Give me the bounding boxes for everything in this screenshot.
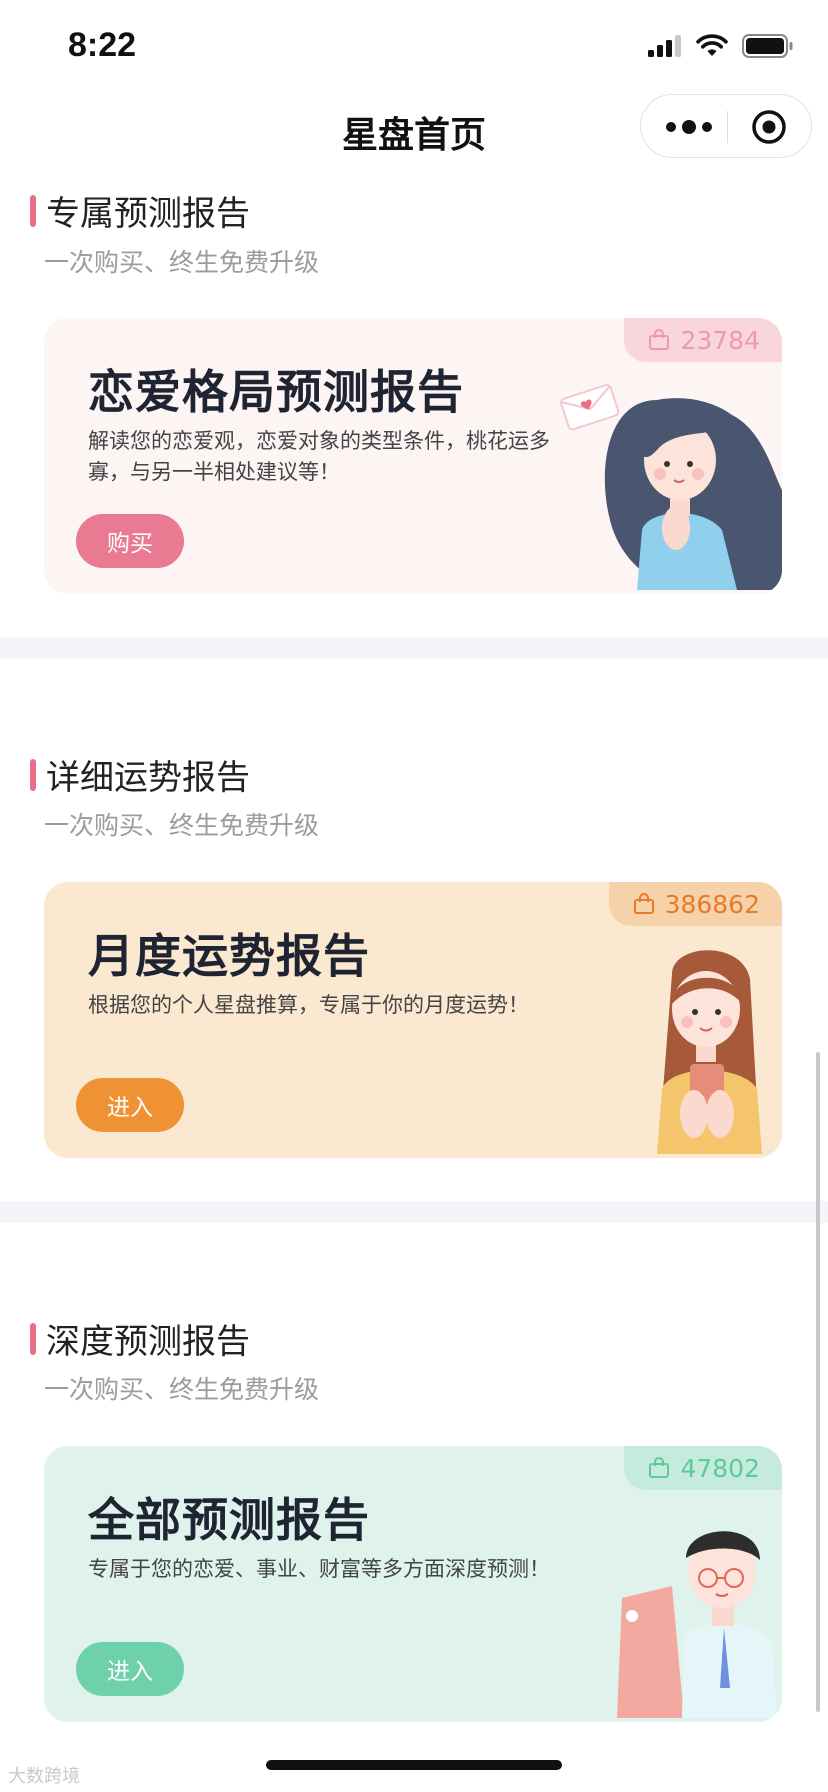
nav-bar: 星盘首页 — [0, 92, 828, 172]
battery-icon — [742, 34, 793, 58]
shopping-bag-icon — [649, 329, 670, 350]
enter-button[interactable]: 进入 — [76, 1642, 184, 1696]
boy-illustration — [612, 1488, 782, 1722]
section-separator — [0, 1201, 828, 1223]
watermark-text: 大数跨境 — [8, 1766, 80, 1787]
mini-program-capsule — [640, 94, 812, 158]
girl-illustration — [552, 360, 782, 594]
section-title: 详细运势报告 — [46, 758, 250, 798]
card-title: 全部预测报告 — [88, 1493, 370, 1547]
card-title: 月度运势报告 — [88, 929, 370, 983]
shopping-bag-icon — [649, 1457, 670, 1478]
report-card-monthly[interactable]: 386862 月度运势报告 根据您的个人星盘推算，专属于你的月度运势！ 进入 — [44, 882, 782, 1158]
section-title: 深度预测报告 — [46, 1322, 250, 1362]
more-menu-button[interactable] — [661, 111, 717, 143]
report-card-love[interactable]: 23784 恋爱格局预测报告 解读您的恋爱观，恋爱对象的类型条件，桃花运多寡，与… — [44, 318, 782, 594]
card-title: 恋爱格局预测报告 — [88, 365, 464, 419]
close-program-icon[interactable] — [751, 109, 787, 145]
shopping-bag-icon — [633, 893, 654, 914]
report-card-all[interactable]: 47802 全部预测报告 专属于您的恋爱、事业、财富等多方面深度预测！ 进入 — [44, 1446, 782, 1722]
purchase-count-badge: 47802 — [624, 1446, 782, 1490]
more-dot-icon — [666, 122, 676, 132]
status-time: 8:22 — [68, 26, 137, 64]
section-header: 专属预测报告 — [30, 186, 250, 235]
more-dot-icon — [682, 120, 696, 134]
section-header: 详细运势报告 — [30, 750, 250, 799]
purchase-count: 47802 — [680, 1453, 760, 1483]
purchase-count-badge: 23784 — [624, 318, 782, 362]
section-subtitle: 一次购买、终生免费升级 — [44, 811, 320, 840]
purchase-count: 386862 — [664, 889, 760, 919]
home-indicator[interactable] — [266, 1760, 562, 1770]
girl-illustration — [632, 924, 782, 1158]
scrollbar[interactable] — [816, 1052, 820, 1712]
section-title: 专属预测报告 — [46, 194, 250, 234]
status-bar: 8:22 — [0, 0, 828, 96]
more-dot-icon — [702, 122, 712, 132]
purchase-count-badge: 386862 — [608, 882, 782, 926]
wifi-icon — [696, 34, 728, 56]
purchase-count: 23784 — [680, 325, 760, 355]
watermark: 大数跨境 — [8, 1762, 80, 1788]
section-separator — [0, 637, 828, 659]
signal-icon — [648, 35, 681, 57]
capsule-divider — [727, 111, 728, 143]
status-icons — [648, 34, 794, 58]
section-accent-bar — [30, 1322, 36, 1355]
buy-button[interactable]: 购买 — [76, 514, 184, 568]
section-subtitle: 一次购买、终生免费升级 — [44, 1375, 320, 1404]
card-description: 解读您的恋爱观，恋爱对象的类型条件，桃花运多寡，与另一半相处建议等！ — [88, 429, 550, 484]
card-description: 根据您的个人星盘推算，专属于你的月度运势！ — [88, 993, 529, 1017]
enter-button[interactable]: 进入 — [76, 1078, 184, 1132]
section-subtitle: 一次购买、终生免费升级 — [44, 248, 320, 277]
card-description: 专属于您的恋爱、事业、财富等多方面深度预测！ — [88, 1557, 550, 1581]
section-header: 深度预测报告 — [30, 1314, 250, 1363]
section-accent-bar — [30, 194, 36, 227]
section-accent-bar — [30, 758, 36, 791]
